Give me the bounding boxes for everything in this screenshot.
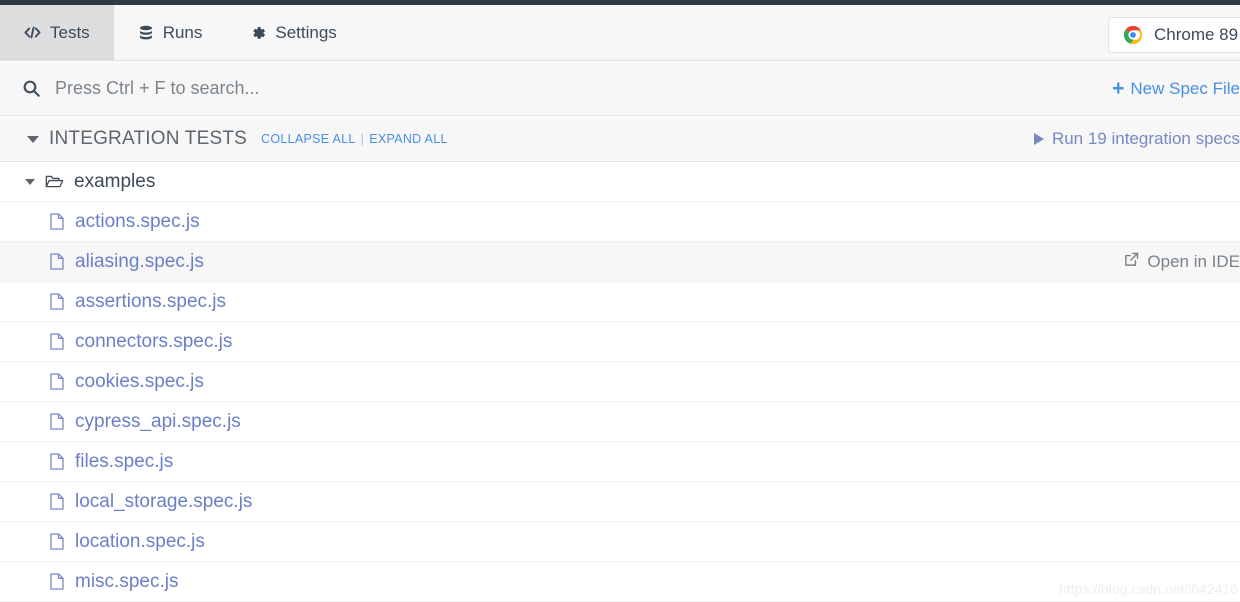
tab-runs[interactable]: Runs xyxy=(114,5,227,60)
file-icon xyxy=(50,293,64,310)
tree-folder-examples[interactable]: examples xyxy=(0,162,1240,202)
browser-selector-label: Chrome 89 xyxy=(1154,25,1239,44)
open-in-ide-button[interactable]: Open in IDE xyxy=(1124,252,1240,272)
open-in-ide-label: Open in IDE xyxy=(1147,251,1240,271)
spec-file-name: files.spec.js xyxy=(75,450,174,472)
spec-file-name: location.spec.js xyxy=(75,530,205,552)
cypress-test-runner-window: Tests Runs Settings Chrome 89 Press Ctrl… xyxy=(0,0,1240,602)
spec-file-name: assertions.spec.js xyxy=(75,290,227,312)
spec-file-name: cypress_api.spec.js xyxy=(75,410,241,432)
folder-label: examples xyxy=(74,170,156,192)
code-icon xyxy=(24,25,41,40)
gear-icon xyxy=(250,25,266,41)
tab-settings-label: Settings xyxy=(275,23,337,42)
watermark: https://blog.csdn.net/i042416 xyxy=(1058,581,1238,597)
file-icon xyxy=(50,373,64,390)
main-tab-bar: Tests Runs Settings Chrome 89 xyxy=(0,5,1240,61)
spec-file-row[interactable]: location.spec.js xyxy=(0,522,1240,562)
search-input[interactable] xyxy=(55,78,655,99)
spec-file-name: actions.spec.js xyxy=(75,210,200,232)
file-icon xyxy=(50,453,64,470)
file-icon xyxy=(50,213,64,230)
spec-file-row[interactable]: cypress_api.spec.js xyxy=(0,402,1240,442)
file-icon xyxy=(50,493,64,510)
file-icon xyxy=(50,573,64,590)
spec-file-row[interactable]: actions.spec.js xyxy=(0,202,1240,242)
search-bar: + New Spec File xyxy=(0,62,1240,116)
spec-file-name: connectors.spec.js xyxy=(75,330,233,352)
external-link-icon xyxy=(1124,252,1139,272)
database-icon xyxy=(138,25,154,41)
tab-tests[interactable]: Tests xyxy=(0,5,114,60)
spec-file-name: aliasing.spec.js xyxy=(75,250,204,272)
spec-file-row[interactable]: connectors.spec.js xyxy=(0,322,1240,362)
run-integration-specs-button[interactable]: Run 19 integration specs xyxy=(1033,129,1240,149)
search-icon xyxy=(22,79,41,98)
section-actions: COLLAPSE ALL | EXPAND ALL xyxy=(261,132,448,146)
new-spec-file-label: New Spec File xyxy=(1130,78,1240,98)
play-icon xyxy=(1033,133,1044,145)
chrome-logo-icon xyxy=(1123,25,1143,45)
spec-file-row[interactable]: local_storage.spec.js xyxy=(0,482,1240,522)
browser-selector-button[interactable]: Chrome 89 xyxy=(1108,17,1240,53)
tab-settings[interactable]: Settings xyxy=(226,5,360,60)
spec-file-row[interactable]: cookies.spec.js xyxy=(0,362,1240,402)
caret-down-icon[interactable] xyxy=(27,135,39,143)
spec-file-name: local_storage.spec.js xyxy=(75,490,253,512)
actions-separator: | xyxy=(360,132,365,146)
file-icon xyxy=(50,413,64,430)
new-spec-file-button[interactable]: + New Spec File xyxy=(1112,78,1240,99)
section-title: INTEGRATION TESTS xyxy=(49,128,247,149)
tab-runs-label: Runs xyxy=(162,23,203,42)
plus-icon: + xyxy=(1112,77,1125,100)
spec-file-row[interactable]: aliasing.spec.js Open in IDE xyxy=(0,242,1240,282)
integration-tests-section-header: INTEGRATION TESTS COLLAPSE ALL | EXPAND … xyxy=(0,117,1240,162)
caret-down-icon[interactable] xyxy=(25,178,35,185)
expand-all-button[interactable]: EXPAND ALL xyxy=(369,132,448,146)
spec-file-name: misc.spec.js xyxy=(75,570,179,592)
spec-file-tree: examples actions.spec.js aliasing.spec.j… xyxy=(0,162,1240,602)
folder-open-icon xyxy=(45,174,64,190)
spec-file-row[interactable]: files.spec.js xyxy=(0,442,1240,482)
spec-file-name: cookies.spec.js xyxy=(75,370,204,392)
spec-file-row[interactable]: misc.spec.js xyxy=(0,562,1240,602)
file-icon xyxy=(50,333,64,350)
collapse-all-button[interactable]: COLLAPSE ALL xyxy=(261,132,356,146)
spec-file-row[interactable]: assertions.spec.js xyxy=(0,282,1240,322)
file-icon xyxy=(50,253,64,270)
run-integration-specs-label: Run 19 integration specs xyxy=(1051,129,1240,148)
tab-tests-label: Tests xyxy=(50,23,90,42)
file-icon xyxy=(50,533,64,550)
